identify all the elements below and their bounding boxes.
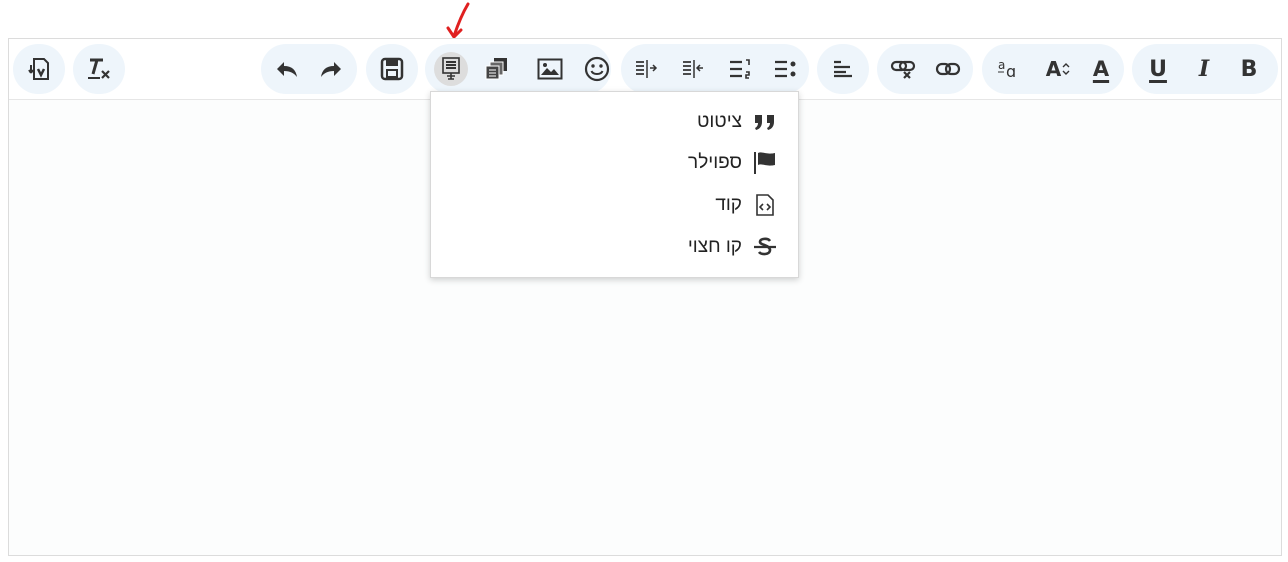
paste-from-word-icon [28,58,49,80]
font-family-icon: a ɑ [998,58,1016,81]
menu-item-label: קו חצוי [687,236,742,257]
annotation-arrow-icon [446,2,470,39]
copy-button[interactable] [472,44,522,94]
insert-image-button[interactable] [525,44,575,94]
underline-label: U [1149,56,1167,82]
menu-item-quote[interactable]: ציטוט [697,107,778,137]
redo-icon [321,62,341,77]
text-color-button[interactable]: A [1076,44,1126,94]
bulleted-list-icon [775,60,796,78]
italic-label: I [1198,56,1210,82]
svg-text:ɑ: ɑ [1006,62,1016,81]
link-icon [935,62,961,76]
block-format-button[interactable] [426,44,476,94]
menu-item-label: קוד [715,194,742,215]
align-button[interactable] [818,44,868,94]
align-right-icon [834,60,852,78]
font-size-label: A [1045,57,1062,81]
save-icon [380,57,404,81]
block-format-icon [442,57,460,80]
menu-item-label: ספוילר [688,152,742,173]
emoji-icon [584,56,610,82]
bulleted-list-button[interactable] [760,44,810,94]
outdent-button[interactable] [668,44,718,94]
numbered-list-button[interactable] [715,44,765,94]
copy-icon [485,58,507,80]
font-family-button[interactable]: a ɑ [985,44,1035,94]
remove-format-button[interactable] [74,44,124,94]
paste-from-word-button[interactable] [14,44,64,94]
remove-format-icon [88,58,110,79]
link-button[interactable] [923,44,973,94]
undo-button[interactable] [262,44,312,94]
unlink-icon [890,60,916,79]
strikethrough-icon [752,234,778,260]
italic-button[interactable]: I [1179,44,1229,94]
quote-icon [752,109,778,135]
save-button[interactable] [367,44,417,94]
indent-button[interactable] [621,44,671,94]
redo-button[interactable] [306,44,356,94]
svg-text:a: a [998,58,1005,72]
numbered-list-icon [730,59,750,79]
outdent-icon [683,60,703,78]
font-size-icon [1062,63,1070,75]
text-color-icon: A [1092,57,1110,81]
unlink-button[interactable] [878,44,928,94]
indent-icon [636,60,658,78]
code-file-icon [752,192,778,218]
menu-item-label: ציטוט [696,111,742,132]
menu-item-spoiler[interactable]: ספוילר [688,148,778,178]
block-format-dropdown: ציטוט ספוילר קוד קו חצוי [430,91,799,278]
flag-icon [752,150,778,176]
image-icon [537,58,563,80]
menu-item-code[interactable]: קוד [715,190,778,220]
bold-button[interactable]: B [1224,44,1274,94]
underline-button[interactable]: U [1133,44,1183,94]
undo-icon [277,62,297,77]
bold-label: B [1240,56,1258,82]
emoji-button[interactable] [572,44,622,94]
menu-item-strikethrough[interactable]: קו חצוי [688,232,778,262]
